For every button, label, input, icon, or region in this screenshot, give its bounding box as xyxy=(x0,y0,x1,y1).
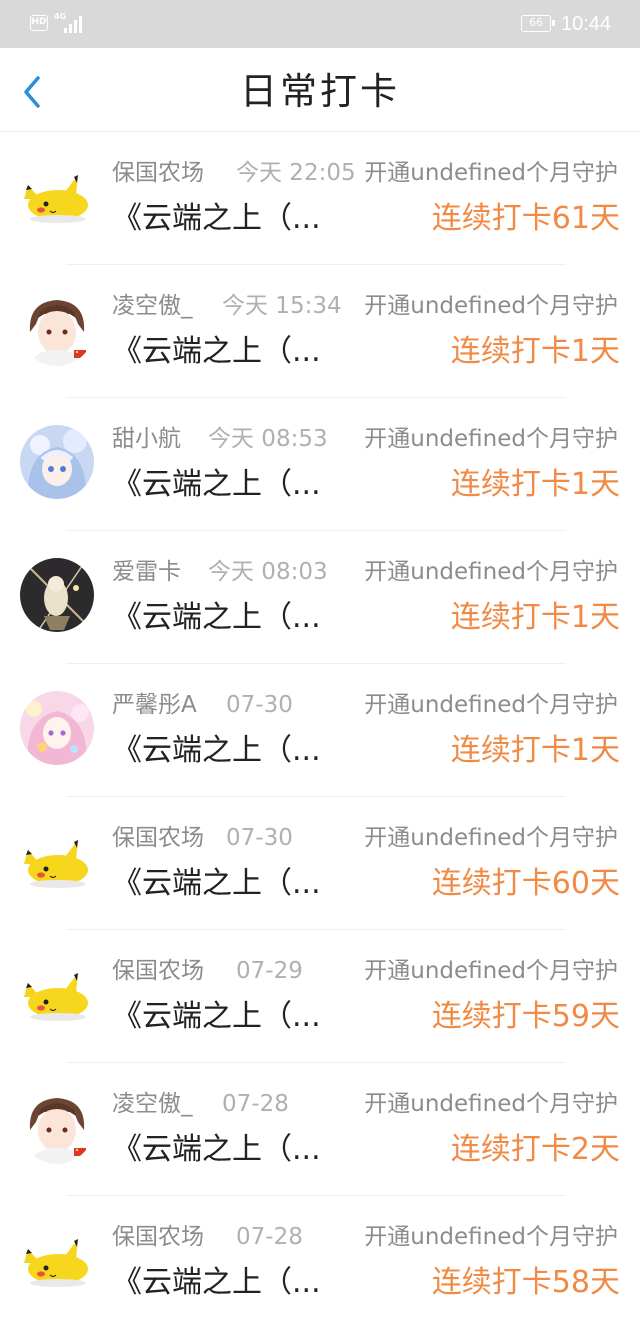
navigation-bar: 日常打卡 xyxy=(0,48,640,132)
checkin-streak: 连续打卡1天 xyxy=(450,600,620,635)
battery-icon: 66 xyxy=(521,15,555,32)
checkin-time: 07-30 xyxy=(226,825,293,851)
guard-status: 开通undefined个月守护 xyxy=(362,688,618,722)
guard-status: 开通undefined个月守护 xyxy=(362,555,618,589)
avatar[interactable] xyxy=(20,691,94,765)
list-item[interactable]: 保国农场 07-29 开通undefined个月守护《云端之上（... 连续打卡59天 xyxy=(0,930,640,1063)
book-title[interactable]: 《云端之上（... xyxy=(112,597,321,639)
checkin-time: 07-29 xyxy=(236,958,303,984)
checkin-streak: 连续打卡58天 xyxy=(431,1265,620,1300)
list-item[interactable]: 保国农场 今天 22:05 开通undefined个月守护《云端之上（... 连续打卡… xyxy=(0,132,640,265)
guard-status: 开通undefined个月守护 xyxy=(362,1087,618,1121)
checkin-time: 今天 22:05 xyxy=(236,160,356,186)
checkin-time: 07-28 xyxy=(236,1224,303,1250)
signal-icon xyxy=(64,15,84,33)
avatar[interactable] xyxy=(20,957,94,1031)
book-title[interactable]: 《云端之上（... xyxy=(112,996,321,1038)
user-name: 保国农场 xyxy=(112,825,204,851)
avatar[interactable] xyxy=(20,292,94,366)
checkin-time: 07-30 xyxy=(226,692,293,718)
list-item[interactable]: 保国农场 07-28 开通undefined个月守护《云端之上（... 连续打卡58天 xyxy=(0,1196,640,1327)
avatar[interactable] xyxy=(20,1090,94,1164)
checkin-list: 保国农场 今天 22:05 开通undefined个月守护 《云端之上（... 连续打卡… xyxy=(0,132,640,1327)
book-title[interactable]: 《云端之上（... xyxy=(112,730,321,772)
guard-status: 开通undefined个月守护 xyxy=(362,289,618,323)
user-name: 爱雷卡 xyxy=(112,559,181,585)
checkin-streak: 连续打卡60天 xyxy=(431,866,620,901)
checkin-streak: 连续打卡59天 xyxy=(431,999,620,1034)
user-name: 保国农场 xyxy=(112,1224,204,1250)
avatar[interactable] xyxy=(20,159,94,233)
book-title[interactable]: 《云端之上（... xyxy=(112,198,321,240)
list-item[interactable]: 爱雷卡 今天 08:03 开通undefined个月守护《云端之上（... 连续打卡1… xyxy=(0,531,640,664)
list-item[interactable]: 甜小航 今天 08:53 开通undefined个月守护《云端之上（... 连续打卡1… xyxy=(0,398,640,531)
guard-status: 开通undefined个月守护 xyxy=(362,422,618,456)
user-name: 凌空傲_ xyxy=(112,1091,193,1117)
checkin-time: 今天 08:53 xyxy=(208,426,328,452)
checkin-streak: 连续打卡1天 xyxy=(450,467,620,502)
book-title[interactable]: 《云端之上（... xyxy=(112,1129,321,1171)
avatar[interactable] xyxy=(20,558,94,632)
user-name: 凌空傲_ xyxy=(112,293,193,319)
user-name: 保国农场 xyxy=(112,958,204,984)
status-bar: HD 4G 66 10:44 xyxy=(0,0,640,48)
checkin-streak: 连续打卡2天 xyxy=(450,1132,620,1167)
checkin-time: 今天 08:03 xyxy=(208,559,328,585)
checkin-time: 07-28 xyxy=(222,1091,289,1117)
checkin-streak: 连续打卡61天 xyxy=(431,201,620,236)
guard-status: 开通undefined个月守护 xyxy=(362,954,618,988)
avatar[interactable] xyxy=(20,425,94,499)
guard-status: 开通undefined个月守护 xyxy=(362,156,618,190)
list-item[interactable]: 凌空傲_ 07-28 开通undefined个月守护《云端之上（... 连续打卡2天 xyxy=(0,1063,640,1196)
list-item[interactable]: 严馨彤A 07-30 开通undefined个月守护《云端之上（... 连续打卡1天 xyxy=(0,664,640,797)
book-title[interactable]: 《云端之上（... xyxy=(112,464,321,506)
page-title: 日常打卡 xyxy=(240,70,400,113)
avatar[interactable] xyxy=(20,824,94,898)
book-title[interactable]: 《云端之上（... xyxy=(112,331,321,373)
hd-icon: HD xyxy=(30,15,48,31)
checkin-streak: 连续打卡1天 xyxy=(450,334,620,369)
list-item[interactable]: 保国农场 07-30 开通undefined个月守护《云端之上（... 连续打卡60天 xyxy=(0,797,640,930)
user-name: 甜小航 xyxy=(112,426,181,452)
book-title[interactable]: 《云端之上（... xyxy=(112,1262,321,1304)
user-name: 保国农场 xyxy=(112,160,204,186)
user-name: 严馨彤A xyxy=(112,692,197,718)
checkin-time: 今天 15:34 xyxy=(222,293,342,319)
guard-status: 开通undefined个月守护 xyxy=(362,1220,618,1254)
list-item[interactable]: 凌空傲_ 今天 15:34 开通undefined个月守护《云端之上（... 连续打卡… xyxy=(0,265,640,398)
guard-status: 开通undefined个月守护 xyxy=(362,821,618,855)
clock: 10:44 xyxy=(561,13,612,35)
book-title[interactable]: 《云端之上（... xyxy=(112,863,321,905)
checkin-streak: 连续打卡1天 xyxy=(450,733,620,768)
avatar[interactable] xyxy=(20,1223,94,1297)
